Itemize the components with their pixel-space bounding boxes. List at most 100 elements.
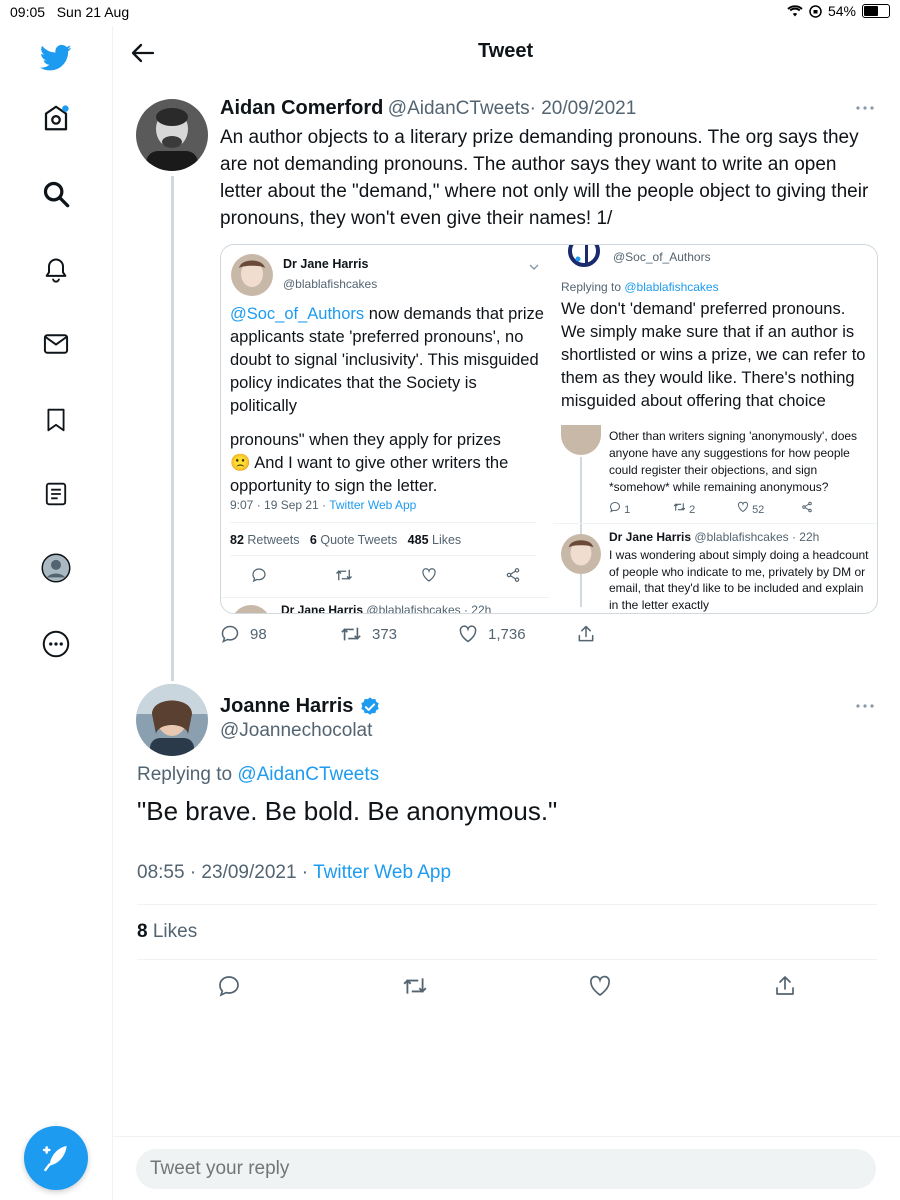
tweet2-meta: 08:55 · 23/09/2021 · Twitter Web App xyxy=(137,862,452,883)
avatar-jane-harris-reply xyxy=(561,425,601,455)
avatar-joanne[interactable] xyxy=(136,684,208,756)
embed-left-next: Dr Jane Harris @blablafishcakes · 22h xyxy=(281,603,492,614)
chevron-down-icon xyxy=(529,258,539,276)
embed-divider xyxy=(230,555,536,556)
compose-tweet-icon xyxy=(42,1146,67,1172)
retweet-icon xyxy=(341,627,361,641)
thread-line xyxy=(171,176,174,681)
share-icon xyxy=(802,501,812,513)
author-name[interactable]: Aidan Comerford xyxy=(220,97,383,119)
embed-left-cut xyxy=(230,419,546,429)
embed-right-replying: Replying to @blablafishcakes xyxy=(561,280,719,294)
mail-icon[interactable] xyxy=(36,324,76,364)
embed-divider xyxy=(230,522,536,523)
profile-icon[interactable] xyxy=(36,548,76,588)
divider xyxy=(137,959,877,960)
tweet2-name-row: Joanne Harris xyxy=(220,695,381,718)
bookmark-icon[interactable] xyxy=(36,400,76,440)
retweet-icon xyxy=(673,503,686,511)
like-button[interactable]: 1,736 xyxy=(458,624,576,644)
embed-right-reply-text: Other than writers signing 'anonymously'… xyxy=(609,429,858,494)
compose-tweet-button[interactable] xyxy=(24,1126,88,1190)
arrow-left-icon xyxy=(131,43,155,63)
divider xyxy=(113,1136,900,1137)
embed-left-name: Dr Jane Harris xyxy=(283,257,369,271)
search-icon[interactable] xyxy=(36,174,76,214)
avatar-aidan[interactable] xyxy=(136,99,208,171)
page-title: Tweet xyxy=(478,40,534,62)
status-bar: 09:05 Sun 21 Aug 54% xyxy=(0,0,900,26)
embed-right-handle: @Soc_of_Authors xyxy=(613,250,711,264)
twitter-logo-icon[interactable] xyxy=(36,38,76,78)
wifi-icon xyxy=(787,5,803,17)
share-button[interactable] xyxy=(576,624,596,644)
tweet1-actions: 98 373 1,736 xyxy=(220,624,600,644)
heart-icon xyxy=(737,501,749,513)
reply-icon[interactable] xyxy=(217,974,241,998)
author-handle[interactable]: @AidanCTweets xyxy=(388,98,530,119)
home-icon[interactable] xyxy=(36,98,76,138)
tweet1-more-button[interactable] xyxy=(855,100,875,121)
avatar-jane-harris-small xyxy=(231,605,271,613)
back-button[interactable] xyxy=(128,38,158,68)
lists-icon[interactable] xyxy=(36,474,76,514)
verified-badge-icon xyxy=(361,696,380,715)
embed-left-text2: pronouns" when they apply for prizes 🙁 A… xyxy=(230,431,509,495)
embed-right-reply2-text: I was wondering about simply doing a hea… xyxy=(609,548,869,612)
embed-left-actions xyxy=(251,567,521,583)
tweet-date[interactable]: · 20/09/2021 xyxy=(530,98,637,119)
more-horizontal-icon xyxy=(856,106,874,110)
tweet2-text: "Be brave. Be bold. Be anonymous." xyxy=(137,796,558,826)
embed-right-panel: @Soc_of_Authors Replying to @blablafishc… xyxy=(553,245,877,613)
battery-icon xyxy=(862,4,890,18)
society-of-authors-logo xyxy=(567,245,601,269)
avatar-jane-harris-reply2 xyxy=(561,534,601,574)
embed-right-reply2-header: Dr Jane Harris @blablafishcakes · 22h xyxy=(609,530,820,544)
embed-right-reply-actions: 1 2 52 xyxy=(609,501,813,516)
reply-button[interactable]: 98 xyxy=(220,624,340,644)
more-icon[interactable] xyxy=(36,624,76,664)
sidebar xyxy=(0,26,113,1200)
source-app-link[interactable]: Twitter Web App xyxy=(313,862,451,883)
retweet-icon[interactable] xyxy=(402,974,428,998)
author-name[interactable]: Joanne Harris xyxy=(220,695,353,718)
embed-left-panel: Dr Jane Harris @blablafishcakes @Soc_of_… xyxy=(221,245,549,613)
tweet2-more-button[interactable] xyxy=(855,698,875,719)
embed-left-meta: 9:07 · 19 Sep 21 · Twitter Web App xyxy=(230,498,417,512)
orientation-lock-icon xyxy=(809,4,822,18)
share-icon xyxy=(506,568,520,582)
divider xyxy=(137,904,877,905)
heart-icon xyxy=(422,568,436,582)
share-upload-icon xyxy=(578,625,594,642)
battery-percent: 54% xyxy=(827,3,856,19)
likes-count[interactable]: 8 Likes xyxy=(137,921,197,943)
reply-icon xyxy=(221,625,239,643)
bell-icon[interactable] xyxy=(36,250,76,290)
embed-divider xyxy=(221,597,549,598)
author-handle[interactable]: @Joannechocolat xyxy=(220,720,372,742)
replying-to: Replying to @AidanCTweets xyxy=(137,764,380,785)
replying-to-link[interactable]: @AidanCTweets xyxy=(237,764,379,785)
reply-input[interactable] xyxy=(136,1149,876,1189)
avatar-jane-harris xyxy=(231,254,273,296)
retweet-icon xyxy=(336,569,352,581)
status-right: 54% xyxy=(787,3,890,19)
reply-icon xyxy=(252,568,266,583)
battery-fill xyxy=(864,6,879,16)
heart-icon[interactable] xyxy=(588,974,612,998)
retweet-button[interactable]: 373 xyxy=(340,624,458,644)
heart-icon xyxy=(459,625,477,643)
reply-box xyxy=(136,1149,876,1189)
tweet1-header: Aidan Comerford @AidanCTweets· 20/09/202… xyxy=(220,97,636,120)
reply-thread-line xyxy=(580,457,582,607)
tweet2-actions xyxy=(137,974,877,998)
more-horizontal-icon xyxy=(856,704,874,708)
share-upload-icon[interactable] xyxy=(773,974,797,998)
embed-left-stats: 82 Retweets 6 Quote Tweets 485 Likes xyxy=(230,533,462,547)
tweet1-text: An author objects to a literary prize de… xyxy=(220,127,869,229)
status-time: 09:05 Sun 21 Aug xyxy=(10,4,130,20)
reply-icon xyxy=(610,501,621,513)
tweet-media[interactable]: Dr Jane Harris @blablafishcakes @Soc_of_… xyxy=(220,244,878,614)
embed-left-handle: @blablafishcakes xyxy=(283,277,378,291)
embed-right-text: We don't 'demand' preferred pronouns. We… xyxy=(561,300,866,410)
